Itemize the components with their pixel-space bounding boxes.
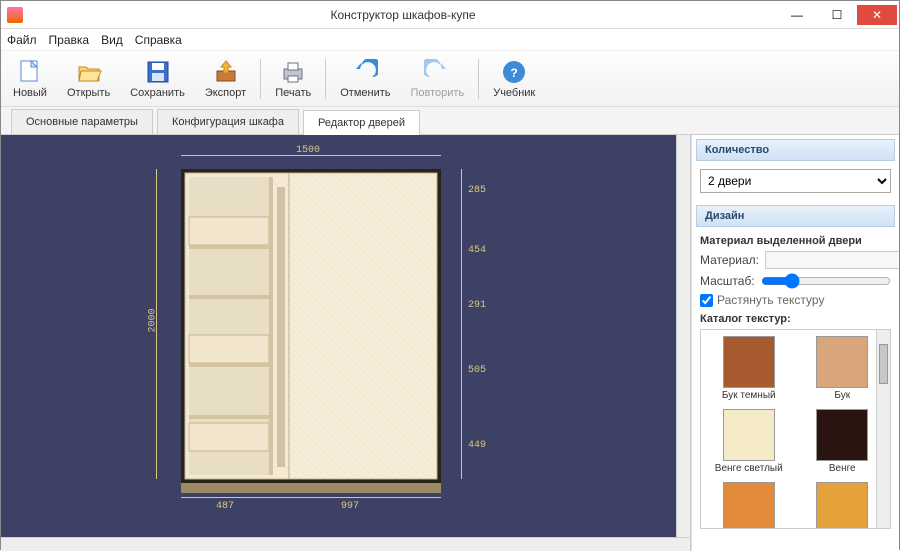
save-button[interactable]: Сохранить: [124, 56, 191, 101]
open-button[interactable]: Открыть: [61, 56, 116, 101]
export-button[interactable]: Экспорт: [199, 56, 252, 101]
close-button[interactable]: ✕: [857, 5, 897, 25]
dim-r1: 285: [468, 185, 486, 196]
stretch-checkbox[interactable]: [700, 294, 713, 307]
dim-b1: 487: [216, 501, 234, 512]
design-header: Дизайн: [696, 205, 895, 227]
toolbar: Новый Открыть Сохранить Экспорт Печать О…: [1, 51, 899, 107]
minimize-button[interactable]: —: [777, 5, 817, 25]
door-material-title: Материал выделенной двери: [700, 235, 891, 247]
dim-r2: 454: [468, 245, 486, 256]
folder-open-icon: [75, 58, 103, 86]
stretch-checkbox-row[interactable]: Растянуть текстуру: [700, 293, 891, 307]
toolbar-separator: [325, 59, 326, 99]
app-icon: [7, 7, 23, 23]
dim-r3: 291: [468, 300, 486, 311]
dim-top: 1500: [296, 145, 320, 156]
workspace: 1500 2000 285 454 291 505 449 487 997: [1, 135, 899, 551]
svg-text:?: ?: [511, 66, 518, 80]
catalog-scrollbar[interactable]: [876, 330, 890, 528]
qty-header: Количество: [696, 139, 895, 161]
texture-catalog: Бук темный Бук Венге светлый Венге: [700, 329, 891, 529]
canvas-scroll-vertical[interactable]: [676, 135, 690, 537]
catalog-label: Каталог текстур:: [700, 313, 891, 325]
menu-file[interactable]: Файл: [7, 33, 37, 47]
help-icon: ?: [500, 58, 528, 86]
menu-view[interactable]: Вид: [101, 33, 123, 47]
scale-slider[interactable]: [761, 273, 891, 289]
wardrobe-render: [181, 165, 451, 495]
scale-label: Масштаб:: [700, 274, 755, 288]
swatch-item[interactable]: Венге: [801, 409, 885, 474]
dim-left: 2000: [148, 308, 159, 332]
dim-b2: 997: [341, 501, 359, 512]
swatch-item[interactable]: Бук: [801, 336, 885, 401]
menubar: Файл Правка Вид Справка: [1, 29, 899, 51]
dim-r4: 505: [468, 365, 486, 376]
side-panel: Количество 2 двери Дизайн Материал выдел…: [691, 135, 899, 551]
swatch-item[interactable]: Венге светлый: [707, 409, 791, 474]
window-title: Конструктор шкафов-купе: [29, 8, 777, 22]
tab-basic-params[interactable]: Основные параметры: [11, 109, 153, 134]
material-input[interactable]: [765, 251, 899, 269]
print-button[interactable]: Печать: [269, 56, 317, 101]
canvas[interactable]: 1500 2000 285 454 291 505 449 487 997: [1, 135, 691, 551]
new-file-icon: [16, 58, 44, 86]
menu-edit[interactable]: Правка: [49, 33, 90, 47]
material-label: Материал:: [700, 253, 759, 267]
swatch-item[interactable]: [801, 482, 885, 529]
export-icon: [212, 58, 240, 86]
dim-r5: 449: [468, 440, 486, 451]
print-icon: [279, 58, 307, 86]
tutorial-button[interactable]: ? Учебник: [487, 56, 541, 101]
titlebar: Конструктор шкафов-купе — ☐ ✕: [1, 1, 899, 29]
maximize-button[interactable]: ☐: [817, 5, 857, 25]
new-button[interactable]: Новый: [7, 56, 53, 101]
toolbar-separator: [478, 59, 479, 99]
undo-button[interactable]: Отменить: [334, 56, 396, 101]
save-icon: [144, 58, 172, 86]
toolbar-separator: [260, 59, 261, 99]
tab-config[interactable]: Конфигурация шкафа: [157, 109, 299, 134]
door-count-select[interactable]: 2 двери: [700, 169, 891, 193]
redo-icon: [423, 58, 451, 86]
undo-icon: [351, 58, 379, 86]
menu-help[interactable]: Справка: [135, 33, 182, 47]
tabbar: Основные параметры Конфигурация шкафа Ре…: [1, 107, 899, 135]
swatch-item[interactable]: [707, 482, 791, 529]
tab-door-editor[interactable]: Редактор дверей: [303, 110, 420, 135]
redo-button[interactable]: Повторить: [405, 56, 471, 101]
canvas-scroll-horizontal[interactable]: [1, 537, 690, 551]
stretch-label: Растянуть текстуру: [717, 293, 824, 307]
swatch-item[interactable]: Бук темный: [707, 336, 791, 401]
